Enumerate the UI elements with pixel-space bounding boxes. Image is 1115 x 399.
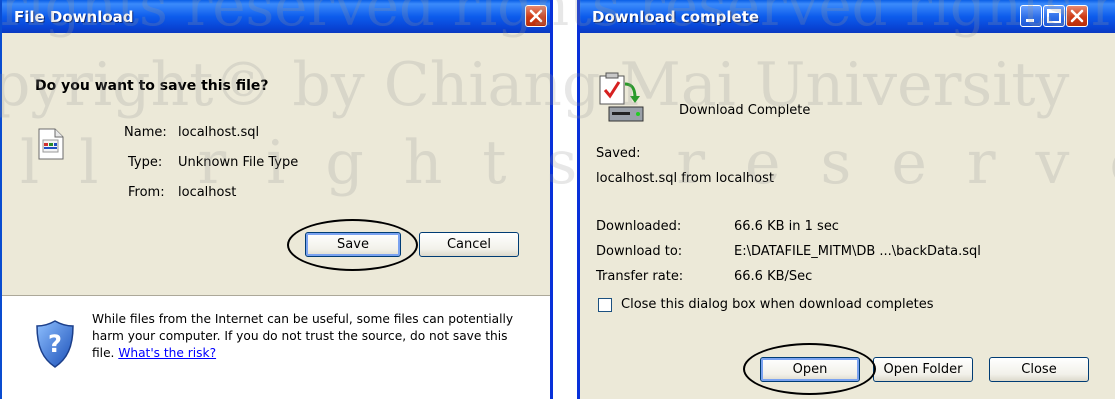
close-when-complete-label: Close this dialog box when download comp…: [621, 297, 934, 312]
status-text: Download Complete: [679, 103, 811, 118]
warning-text-line-2: harm your computer. If you do not trust …: [92, 329, 508, 343]
name-value: localhost.sql: [178, 125, 260, 140]
warning-panel: ? While files from the Internet can be u…: [2, 295, 550, 399]
download-to-label: Download to:: [596, 244, 683, 259]
file-icon: [38, 128, 64, 160]
open-folder-button[interactable]: Open Folder: [873, 357, 973, 382]
close-icon[interactable]: [525, 5, 547, 27]
type-value: Unknown File Type: [178, 155, 299, 170]
downloaded-label: Downloaded:: [596, 219, 682, 234]
download-complete-icon: [597, 72, 645, 126]
cancel-button[interactable]: Cancel: [419, 232, 519, 257]
dialog-heading: Do you want to save this file?: [35, 78, 269, 94]
from-value: localhost: [178, 185, 237, 200]
whats-the-risk-link[interactable]: What's the risk?: [118, 346, 216, 360]
file-download-dialog: File Download Do you want to save this f…: [0, 0, 553, 399]
from-label: From:: [128, 185, 165, 200]
download-complete-dialog: Download complete Download Complete Save…: [577, 0, 1115, 399]
type-label: Type:: [128, 155, 163, 170]
download-to-value: E:\DATAFILE_MITM\DB ...\backData.sql: [734, 244, 981, 259]
warning-text-file: file.: [92, 346, 115, 360]
svg-text:?: ?: [48, 330, 62, 358]
transfer-rate-value: 66.6 KB/Sec: [734, 269, 813, 284]
minimize-icon[interactable]: [1020, 5, 1042, 27]
highlight-oval: [287, 219, 418, 271]
close-button[interactable]: Close: [989, 357, 1089, 382]
warning-text-line-1: While files from the Internet can be use…: [92, 312, 514, 326]
close-when-complete-checkbox[interactable]: [598, 298, 612, 312]
title-bar[interactable]: File Download: [2, 0, 550, 33]
close-icon[interactable]: [1066, 5, 1088, 27]
highlight-oval: [743, 343, 876, 395]
maximize-icon[interactable]: [1043, 5, 1065, 27]
saved-label: Saved:: [596, 146, 641, 161]
downloaded-value: 66.6 KB in 1 sec: [734, 219, 839, 234]
shield-question-icon: ?: [35, 319, 75, 369]
window-title: File Download: [14, 8, 134, 26]
title-bar[interactable]: Download complete: [580, 0, 1115, 33]
warning-text-line-3: file. What's the risk?: [92, 346, 216, 360]
saved-value: localhost.sql from localhost: [596, 171, 774, 186]
name-label: Name:: [124, 125, 167, 140]
transfer-rate-label: Transfer rate:: [596, 269, 684, 284]
window-title: Download complete: [592, 8, 760, 26]
